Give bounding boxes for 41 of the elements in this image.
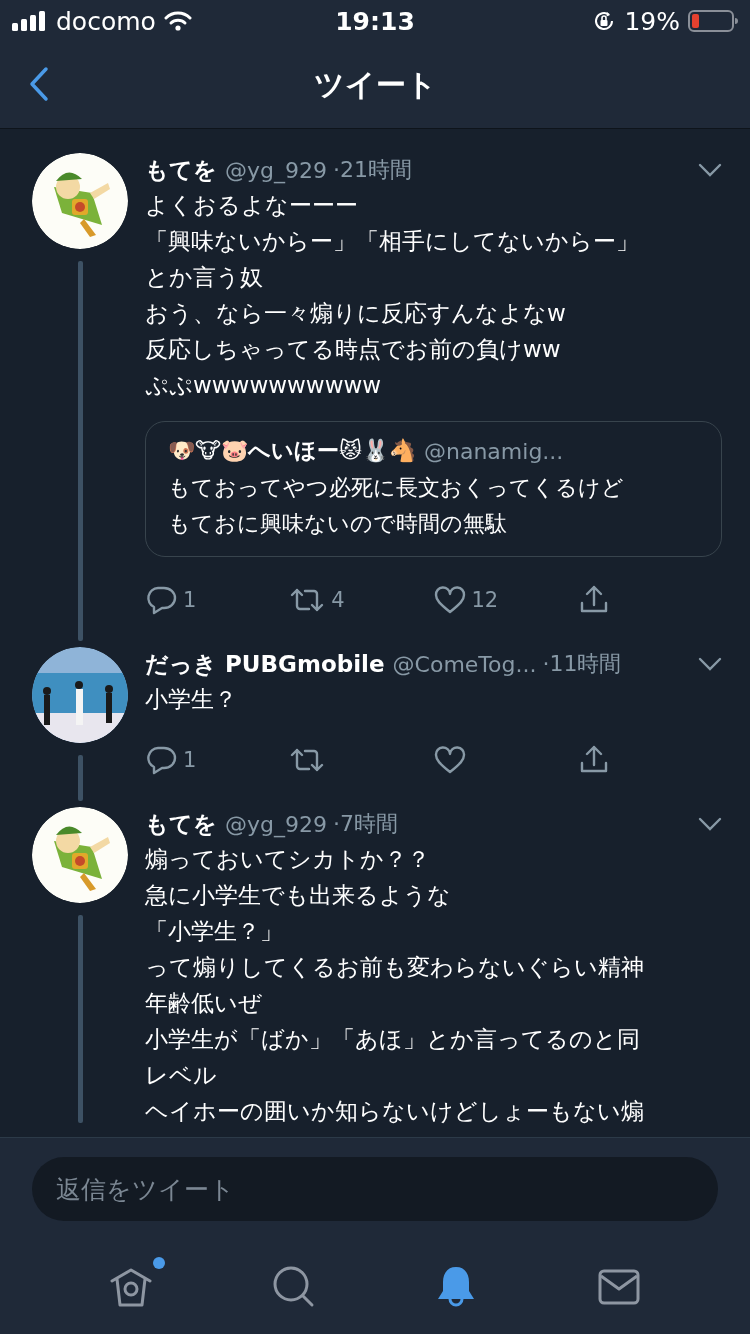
thread-line bbox=[77, 755, 83, 801]
heart-icon[interactable] bbox=[433, 746, 466, 774]
quoted-tweet[interactable]: 🐶🐮🐷へいほー😾🐰🐴 @nanamig... もておってやつ必死に長文おくってくるけど もておに興味ないので時間の無駄 bbox=[145, 421, 722, 557]
user-handle[interactable]: @yg_929 bbox=[225, 157, 327, 183]
user-handle[interactable]: @ComeTog... bbox=[392, 651, 537, 677]
reply-icon[interactable] bbox=[145, 745, 177, 775]
reply-count: 1 bbox=[183, 748, 197, 772]
tweet-time: ·21時間 bbox=[333, 156, 412, 184]
reply-icon[interactable] bbox=[145, 585, 177, 615]
user-name[interactable]: もてを bbox=[145, 154, 217, 186]
tweet-time: ·7時間 bbox=[333, 810, 398, 838]
tweet-text: 小学生？ bbox=[145, 685, 238, 714]
back-icon[interactable] bbox=[28, 66, 50, 102]
chevron-down-icon[interactable] bbox=[698, 817, 722, 831]
chevron-down-icon[interactable] bbox=[698, 657, 722, 671]
heart-icon[interactable] bbox=[433, 586, 466, 614]
reply-count: 1 bbox=[183, 588, 197, 612]
tweet-text: 煽っておいてシカトか？？ 急に小学生でも出来るような 「小学生？」 って煽りしてくるお前も変わらないぐらい精神 年齢低いぜ 小学生が「ばか」「あほ」とか言ってるのと同 レベル ヘイホーの囲いか知らないけどしょーもない煽 bbox=[145, 845, 645, 1126]
user-name[interactable]: もてを bbox=[145, 808, 217, 840]
quoted-tweet-text: もておってやつ必死に長文おくってくるけど もておに興味ないので時間の無駄 bbox=[168, 474, 625, 538]
tweet-time: ·11時間 bbox=[542, 650, 622, 678]
clock-time: 19:13 bbox=[334, 6, 416, 36]
battery-percent: 19% bbox=[624, 6, 680, 36]
search-icon[interactable] bbox=[271, 1265, 316, 1309]
battery-icon bbox=[688, 9, 738, 33]
retweet-count: 4 bbox=[331, 588, 345, 612]
signal-icon bbox=[12, 11, 48, 31]
mail-icon[interactable] bbox=[596, 1268, 641, 1306]
wifi-icon bbox=[163, 11, 192, 31]
tweet-text: よくおるよなーーー 「興味ないからー」「相手にしてないからー」 とか言う奴 おう、なら一々煽りに反応すんなよなw 反応しちゃってる時点でお前の負けww ぷぷwwwwwwwwww bbox=[145, 191, 640, 400]
carrier-name: docomo bbox=[56, 6, 156, 36]
chevron-down-icon[interactable] bbox=[698, 163, 722, 177]
quoted-user-name: 🐶🐮🐷へいほー😾🐰🐴 bbox=[168, 437, 416, 465]
retweet-icon[interactable] bbox=[289, 586, 326, 614]
reply-field[interactable]: 返信をツイート bbox=[32, 1157, 718, 1221]
like-count: 12 bbox=[471, 588, 499, 612]
user-name[interactable]: だっき PUBGmobile bbox=[145, 648, 385, 680]
quoted-user-handle: @nanamig... bbox=[424, 438, 564, 464]
user-handle[interactable]: @yg_929 bbox=[225, 811, 327, 837]
retweet-icon[interactable] bbox=[289, 746, 326, 774]
screen-title: ツイート bbox=[313, 65, 437, 104]
